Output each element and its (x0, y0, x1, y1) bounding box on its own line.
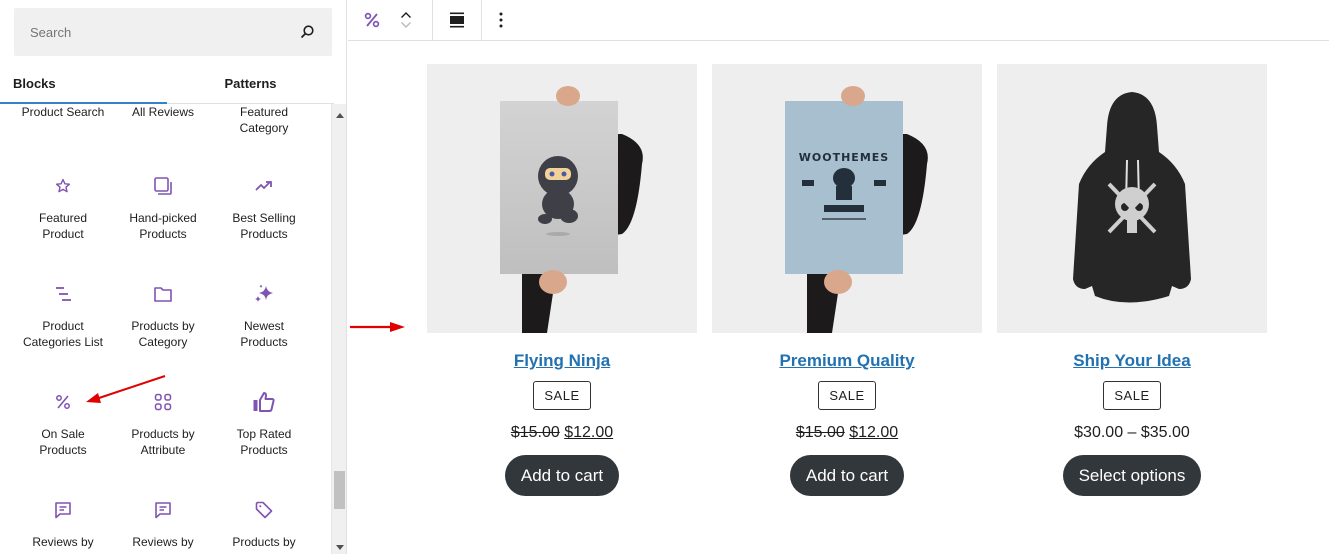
block-products-by-category[interactable]: Products by Category (113, 282, 213, 350)
toolbar-divider (481, 0, 482, 40)
tab-blocks[interactable]: Blocks (0, 64, 167, 104)
block-label: Featured Product (38, 211, 88, 241)
block-label: Reviews by (32, 535, 94, 549)
add-to-cart-button[interactable]: Add to cart (789, 455, 905, 496)
sidebar-scrollbar[interactable] (331, 104, 346, 554)
annotation-arrow (86, 375, 166, 403)
block-type-percent-icon[interactable] (362, 11, 382, 29)
sale-badge: SALE (533, 381, 591, 410)
stacked-squares-icon (113, 174, 213, 198)
sale-badge: SALE (1103, 381, 1161, 410)
product-image-poster-woothemes[interactable]: WOOTHEMES (712, 64, 982, 333)
product-title-link[interactable]: Flying Ninja (514, 351, 610, 371)
move-up-chevron-icon[interactable] (400, 11, 412, 19)
toolbar-divider (432, 0, 433, 40)
select-options-button[interactable]: Select options (1062, 455, 1202, 496)
regular-price: $15.00 (795, 424, 845, 441)
block-label: Featured Category (239, 105, 289, 135)
block-search[interactable] (14, 8, 332, 56)
thumbs-up-icon (214, 390, 314, 414)
block-featured-product[interactable]: Featured Product (13, 174, 113, 242)
block-best-selling-products[interactable]: Best Selling Products (214, 174, 314, 242)
sale-badge: SALE (818, 381, 876, 410)
block-inserter-sidebar: Blocks Patterns Product Search All Revie… (0, 0, 347, 554)
block-label: Products by Attribute (131, 427, 195, 457)
block-label: Best Selling Products (232, 211, 296, 241)
search-icon[interactable] (298, 23, 316, 41)
block-product-categories-list[interactable]: Product Categories List (13, 282, 113, 350)
trending-up-icon (214, 174, 314, 198)
folder-icon (113, 282, 213, 306)
block-label: Newest Products (240, 319, 288, 349)
product-card: Ship Your Idea SALE $30.00 – $35.00 Sele… (997, 64, 1267, 496)
tag-icon (214, 498, 314, 522)
tab-patterns[interactable]: Patterns (167, 64, 334, 103)
block-label: All Reviews (131, 105, 194, 119)
block-reviews-by-product[interactable]: Reviews by (13, 498, 113, 550)
scroll-down-arrow-icon[interactable] (332, 540, 347, 554)
block-label: Product Categories List (22, 319, 104, 349)
product-title-link[interactable]: Ship Your Idea (1073, 351, 1190, 371)
block-hand-picked-products[interactable]: Hand-picked Products (113, 174, 213, 242)
add-to-cart-button[interactable]: Add to cart (504, 455, 620, 496)
block-label: Products by Category (131, 319, 195, 349)
block-label: Hand-picked Products (129, 211, 197, 241)
block-label: Top Rated Products (236, 427, 292, 457)
block-all-reviews[interactable]: All Reviews (113, 104, 213, 120)
block-label: On Sale Products (39, 427, 87, 457)
product-price: $15.00 $12.00 (427, 424, 697, 442)
move-down-chevron-icon[interactable] (400, 21, 412, 29)
block-products-by-tag[interactable]: Products by (214, 498, 314, 550)
align-wide-icon[interactable] (448, 11, 466, 29)
search-input[interactable] (30, 24, 298, 40)
regular-price: $15.00 (510, 424, 560, 441)
more-options-icon[interactable] (498, 11, 504, 29)
block-top-rated-products[interactable]: Top Rated Products (214, 390, 314, 458)
sale-price: $12.00 (849, 424, 899, 441)
product-card: WOOTHEMES Premium Quality SALE $15.00 $1… (712, 64, 982, 496)
product-image-poster-ninja[interactable] (427, 64, 697, 333)
block-label: Product Search (21, 105, 105, 119)
product-card: Flying Ninja SALE $15.00 $12.00 Add to c… (427, 64, 697, 496)
product-price: $30.00 – $35.00 (997, 424, 1267, 442)
product-image-hoodie[interactable] (997, 64, 1267, 333)
block-label: Reviews by (132, 535, 194, 549)
block-list: Product Search All Reviews Featured Cate… (0, 104, 331, 554)
product-title-link[interactable]: Premium Quality (779, 351, 914, 371)
block-product-search[interactable]: Product Search (13, 104, 113, 120)
sale-price: $12.00 (564, 424, 614, 441)
scroll-up-arrow-icon[interactable] (332, 108, 347, 122)
comment-icon (113, 498, 213, 522)
poster-text: WOOTHEMES (799, 151, 889, 164)
block-reviews-by-category[interactable]: Reviews by (113, 498, 213, 550)
block-label: Products by (232, 535, 296, 549)
product-price: $15.00 $12.00 (712, 424, 982, 442)
block-toolbar (348, 0, 1329, 41)
annotation-arrow (350, 322, 405, 332)
list-icon (13, 282, 113, 306)
block-newest-products[interactable]: Newest Products (214, 282, 314, 350)
block-featured-category[interactable]: Featured Category (214, 104, 314, 136)
sparkles-icon (214, 282, 314, 306)
comment-icon (13, 498, 113, 522)
star-icon (13, 174, 113, 198)
price-range: $30.00 – $35.00 (1074, 424, 1190, 441)
inserter-tabs: Blocks Patterns (0, 64, 334, 104)
scroll-thumb[interactable] (334, 471, 345, 509)
editor-screen: Blocks Patterns Product Search All Revie… (0, 0, 1329, 554)
